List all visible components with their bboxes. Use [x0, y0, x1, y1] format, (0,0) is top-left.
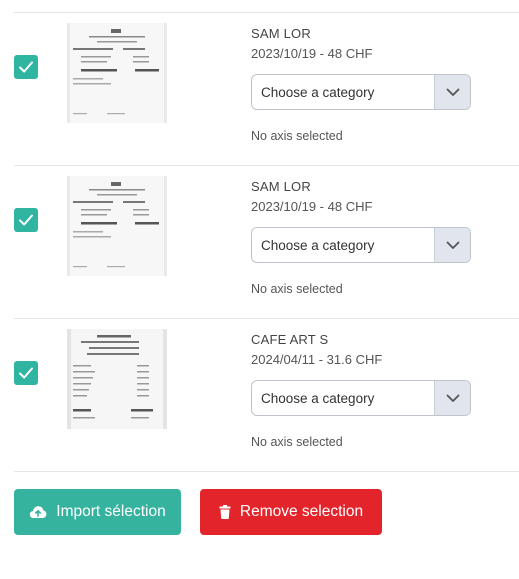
date-amount: 2023/10/19 - 48 CHF	[251, 46, 373, 61]
receipt-checkbox[interactable]	[14, 55, 38, 79]
category-select[interactable]: Choose a category	[251, 227, 471, 263]
receipt-checkbox[interactable]	[14, 208, 38, 232]
axis-status: No axis selected	[251, 282, 343, 296]
axis-status: No axis selected	[251, 435, 343, 449]
remove-selection-label: Remove selection	[239, 503, 364, 520]
remove-selection-button[interactable]: Remove selection	[200, 489, 382, 535]
cloud-upload-icon	[29, 505, 47, 519]
receipt-row: CAFE ART S 2024/04/11 - 31.6 CHF Choose …	[14, 318, 519, 472]
receipt-thumbnail[interactable]	[67, 329, 167, 429]
receipt-checkbox[interactable]	[14, 361, 38, 385]
trash-icon	[219, 505, 231, 519]
chevron-down-icon	[446, 88, 459, 96]
category-select-value: Choose a category	[261, 237, 375, 253]
receipt-info: SAM LOR 2023/10/19 - 48 CHF Choose a cat…	[251, 179, 476, 296]
receipt-thumbnail[interactable]	[67, 23, 167, 123]
category-select[interactable]: Choose a category	[251, 380, 471, 416]
checkmark-icon	[19, 367, 33, 379]
import-selection-button[interactable]: Import sélection	[14, 489, 181, 535]
chevron-down-icon	[446, 241, 459, 249]
receipt-row: SAM LOR 2023/10/19 - 48 CHF Choose a cat…	[14, 12, 519, 165]
category-select[interactable]: Choose a category	[251, 74, 471, 110]
receipt-thumbnail[interactable]	[67, 176, 167, 276]
receipt-info: SAM LOR 2023/10/19 - 48 CHF Choose a cat…	[251, 26, 476, 143]
import-selection-label: Import sélection	[56, 503, 166, 520]
receipt-row: SAM LOR 2023/10/19 - 48 CHF Choose a cat…	[14, 165, 519, 318]
checkmark-icon	[19, 214, 33, 226]
action-bar: Import sélection Remove selection	[14, 489, 382, 535]
receipt-list: SAM LOR 2023/10/19 - 48 CHF Choose a cat…	[14, 12, 519, 472]
category-select-toggle[interactable]	[434, 75, 470, 109]
merchant-name: CAFE ART S	[251, 332, 329, 347]
checkmark-icon	[19, 61, 33, 73]
axis-status: No axis selected	[251, 129, 343, 143]
category-select-toggle[interactable]	[434, 228, 470, 262]
category-select-toggle[interactable]	[434, 381, 470, 415]
date-amount: 2024/04/11 - 31.6 CHF	[251, 352, 383, 367]
category-select-value: Choose a category	[261, 390, 375, 406]
receipt-info: CAFE ART S 2024/04/11 - 31.6 CHF Choose …	[251, 332, 476, 449]
category-select-value: Choose a category	[261, 84, 375, 100]
chevron-down-icon	[446, 394, 459, 402]
merchant-name: SAM LOR	[251, 26, 311, 41]
merchant-name: SAM LOR	[251, 179, 311, 194]
date-amount: 2023/10/19 - 48 CHF	[251, 199, 373, 214]
